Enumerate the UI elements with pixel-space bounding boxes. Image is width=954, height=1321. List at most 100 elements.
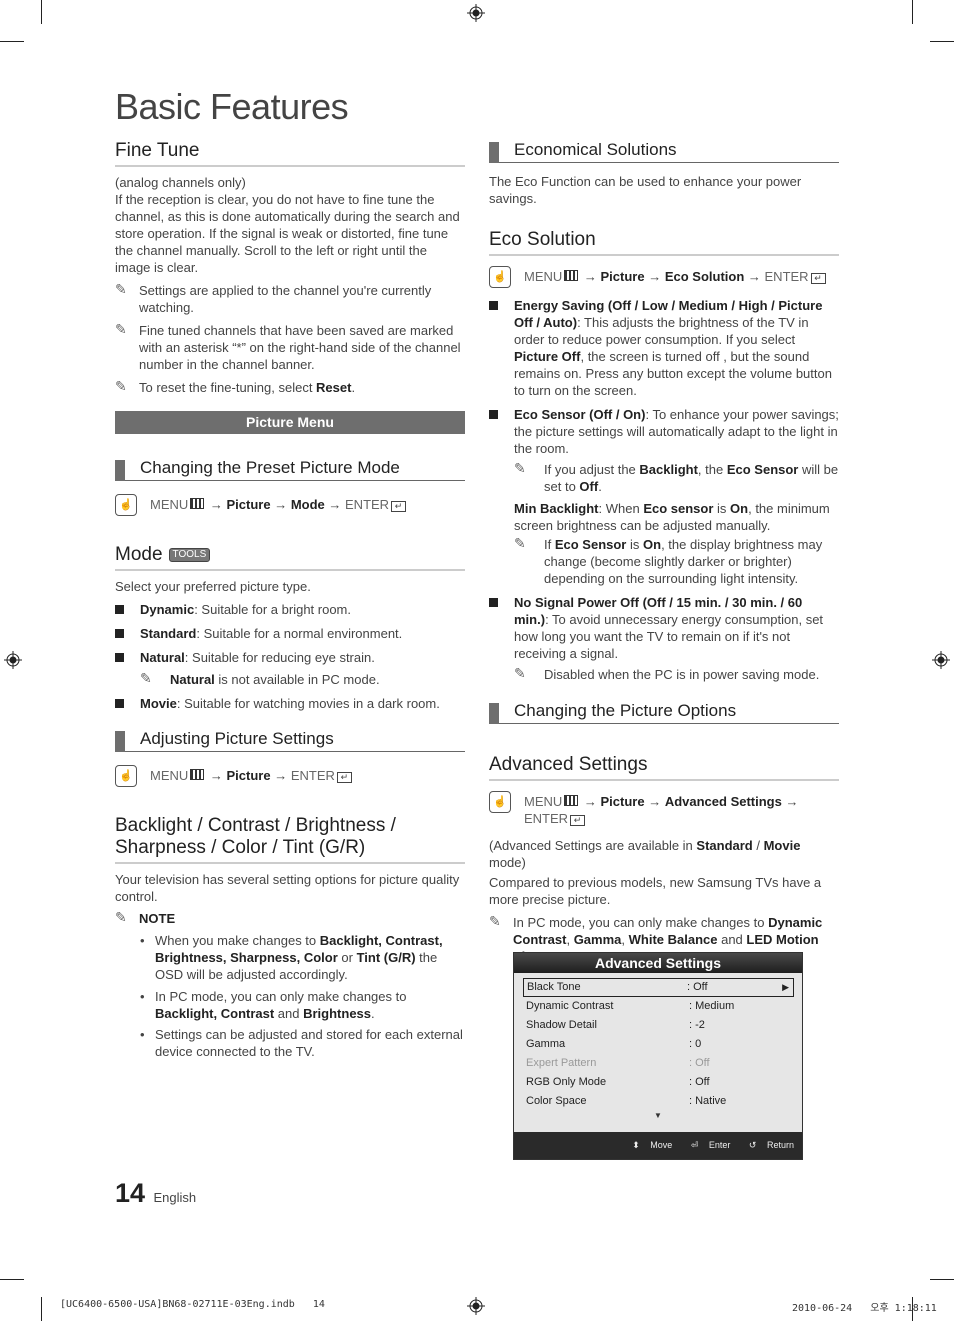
menu-path: ☝ MENU → Picture → Advanced Settings → E…	[489, 791, 839, 827]
page-title: Basic Features	[115, 86, 349, 127]
pencil-note-icon: ✎	[115, 281, 127, 297]
osd-row[interactable]: Dynamic Contrast: Medium	[526, 997, 802, 1016]
enter-icon: ↵	[810, 273, 826, 284]
pencil-note-icon: ✎	[115, 909, 127, 925]
osd-move-hint: ⬍ Move	[632, 1140, 673, 1150]
backlight-body: Your television has several setting opti…	[115, 872, 460, 904]
tools-badge: TOOLS	[168, 548, 211, 562]
menu-icon	[190, 498, 205, 509]
hand-pointer-icon: ☝	[115, 765, 137, 787]
menu-icon	[564, 270, 579, 281]
crop-mark	[0, 1279, 24, 1280]
list-item: Energy Saving (Off / Low / Medium / High…	[489, 297, 839, 399]
list-item: Movie: Suitable for watching movies in a…	[115, 695, 465, 712]
hand-pointer-icon: ☝	[489, 266, 511, 288]
heading-bar	[115, 731, 125, 752]
page-number: 14	[115, 1178, 146, 1208]
updown-icon: ⬍	[632, 1140, 640, 1150]
osd-row-disabled: Expert Pattern: Off	[526, 1057, 710, 1069]
print-timestamp: 2010-06-24 오후 1:18:11	[792, 1303, 937, 1314]
crop-mark	[41, 0, 42, 24]
registration-mark-icon	[4, 651, 22, 669]
fine-tune-sub: (analog channels only)	[115, 175, 246, 190]
note: ✎ Disabled when the PC is in power saving…	[514, 665, 820, 682]
menu-icon	[564, 795, 579, 806]
registration-mark-icon	[467, 1297, 485, 1315]
bullet-dot-icon: •	[140, 1027, 145, 1042]
note: ✎ Fine tuned channels that have been sav…	[115, 321, 461, 372]
crop-mark	[930, 1279, 954, 1280]
crop-mark	[912, 0, 913, 24]
osd-return-hint: ↺ Return	[748, 1140, 794, 1150]
section-heading-mode: Mode TOOLS	[115, 544, 465, 571]
menu-icon	[190, 769, 205, 780]
list-item: No Signal Power Off (Off / 15 min. / 30 …	[489, 594, 839, 662]
enter-icon: ⏎	[690, 1140, 699, 1150]
page-language: English	[153, 1190, 197, 1205]
left-column: Fine Tune (analog channels only) If the …	[115, 140, 465, 396]
bullet-square-icon	[115, 653, 124, 662]
fine-tune-body: If the reception is clear, you do not ha…	[115, 192, 460, 275]
note: ✎ Natural is not available in PC mode.	[140, 670, 380, 687]
note: ✎ If Eco Sensor is On, the display bright…	[514, 535, 823, 586]
bullet-dot-icon: •	[140, 933, 145, 948]
list-item: • In PC mode, you can only make changes t…	[140, 989, 407, 1021]
bullet-square-icon	[489, 598, 498, 607]
section-heading-preset-mode: Changing the Preset Picture Mode	[115, 457, 465, 481]
osd-footer: ⬍ Move ⏎ Enter ↺ Return	[514, 1132, 802, 1159]
bullet-square-icon	[489, 301, 498, 310]
section-heading-eco-solution: Eco Solution	[489, 229, 839, 256]
osd-row[interactable]: Shadow Detail: -2	[526, 1016, 802, 1035]
economical-body: The Eco Function can be used to enhance …	[489, 174, 802, 206]
note: ✎ If you adjust the Backlight, the Eco Se…	[514, 460, 839, 494]
section-heading-advanced: Advanced Settings	[489, 754, 839, 781]
section-heading-adjusting: Adjusting Picture Settings	[115, 728, 465, 752]
pencil-note-icon: ✎	[489, 913, 501, 929]
crop-mark	[0, 41, 24, 42]
enter-icon: ↵	[391, 501, 407, 512]
heading-bar	[115, 460, 125, 481]
print-file-info: [UC6400-6500-USA]BN68-02711E-03Eng.indb …	[60, 1299, 325, 1310]
osd-row-black-tone[interactable]: Black Tone: Off ▶	[523, 978, 794, 997]
menu-path: ☝ MENU → Picture → ENTER ↵	[115, 765, 465, 787]
list-item: Eco Sensor (Off / On): To enhance your p…	[489, 406, 839, 457]
pencil-note-icon: ✎	[140, 670, 152, 686]
min-backlight-text: Min Backlight: When Eco sensor is On, th…	[514, 501, 830, 533]
list-item: • Settings can be adjusted and stored for…	[140, 1027, 463, 1059]
osd-title: Advanced Settings	[514, 953, 802, 973]
hand-pointer-icon: ☝	[115, 494, 137, 516]
section-heading-backlight: Backlight / Contrast / Brightness / Shar…	[115, 815, 465, 864]
section-heading-picture-options: Changing the Picture Options	[489, 700, 839, 724]
menu-path: ☝ MENU → Picture → Eco Solution → ENTER ↵	[489, 266, 839, 288]
note: ✎ NOTE	[115, 909, 176, 926]
registration-mark-icon	[467, 4, 485, 22]
enter-icon: ↵	[336, 772, 352, 783]
osd-row[interactable]: Gamma: 0	[526, 1035, 802, 1054]
pencil-note-icon: ✎	[115, 378, 127, 394]
advanced-body: Compared to previous models, new Samsung…	[489, 875, 822, 907]
return-icon: ↺	[748, 1140, 757, 1150]
pencil-note-icon: ✎	[115, 321, 127, 337]
bullet-square-icon	[115, 629, 124, 638]
menu-path: ☝ MENU → Picture → Mode → ENTER ↵	[115, 494, 465, 516]
hand-pointer-icon: ☝	[489, 791, 511, 813]
list-item: Natural: Suitable for reducing eye strai…	[115, 649, 465, 666]
pencil-note-icon: ✎	[514, 535, 526, 551]
advanced-availability: (Advanced Settings are available in Stan…	[489, 838, 801, 870]
arrow-right-icon: ▶	[782, 982, 789, 992]
osd-row[interactable]: Color Space: Native	[526, 1092, 802, 1111]
mode-intro: Select your preferred picture type.	[115, 579, 311, 594]
list-item: Dynamic: Suitable for a bright room.	[115, 601, 465, 618]
osd-enter-hint: ⏎ Enter	[690, 1140, 731, 1150]
note: ✎ Settings are applied to the channel yo…	[115, 281, 432, 315]
list-item: Standard: Suitable for a normal environm…	[115, 625, 465, 642]
section-heading-economical: Economical Solutions	[489, 139, 839, 163]
scroll-down-icon[interactable]: ▼	[514, 1111, 802, 1121]
page-number-area: 14 English	[115, 1178, 196, 1209]
pencil-note-icon: ✎	[514, 665, 526, 681]
registration-mark-icon	[932, 651, 950, 669]
bullet-dot-icon: •	[140, 989, 145, 1004]
osd-row[interactable]: RGB Only Mode: Off	[526, 1073, 802, 1092]
list-item: • When you make changes to Backlight, Con…	[140, 933, 443, 982]
picture-menu-banner: Picture Menu	[115, 411, 465, 434]
